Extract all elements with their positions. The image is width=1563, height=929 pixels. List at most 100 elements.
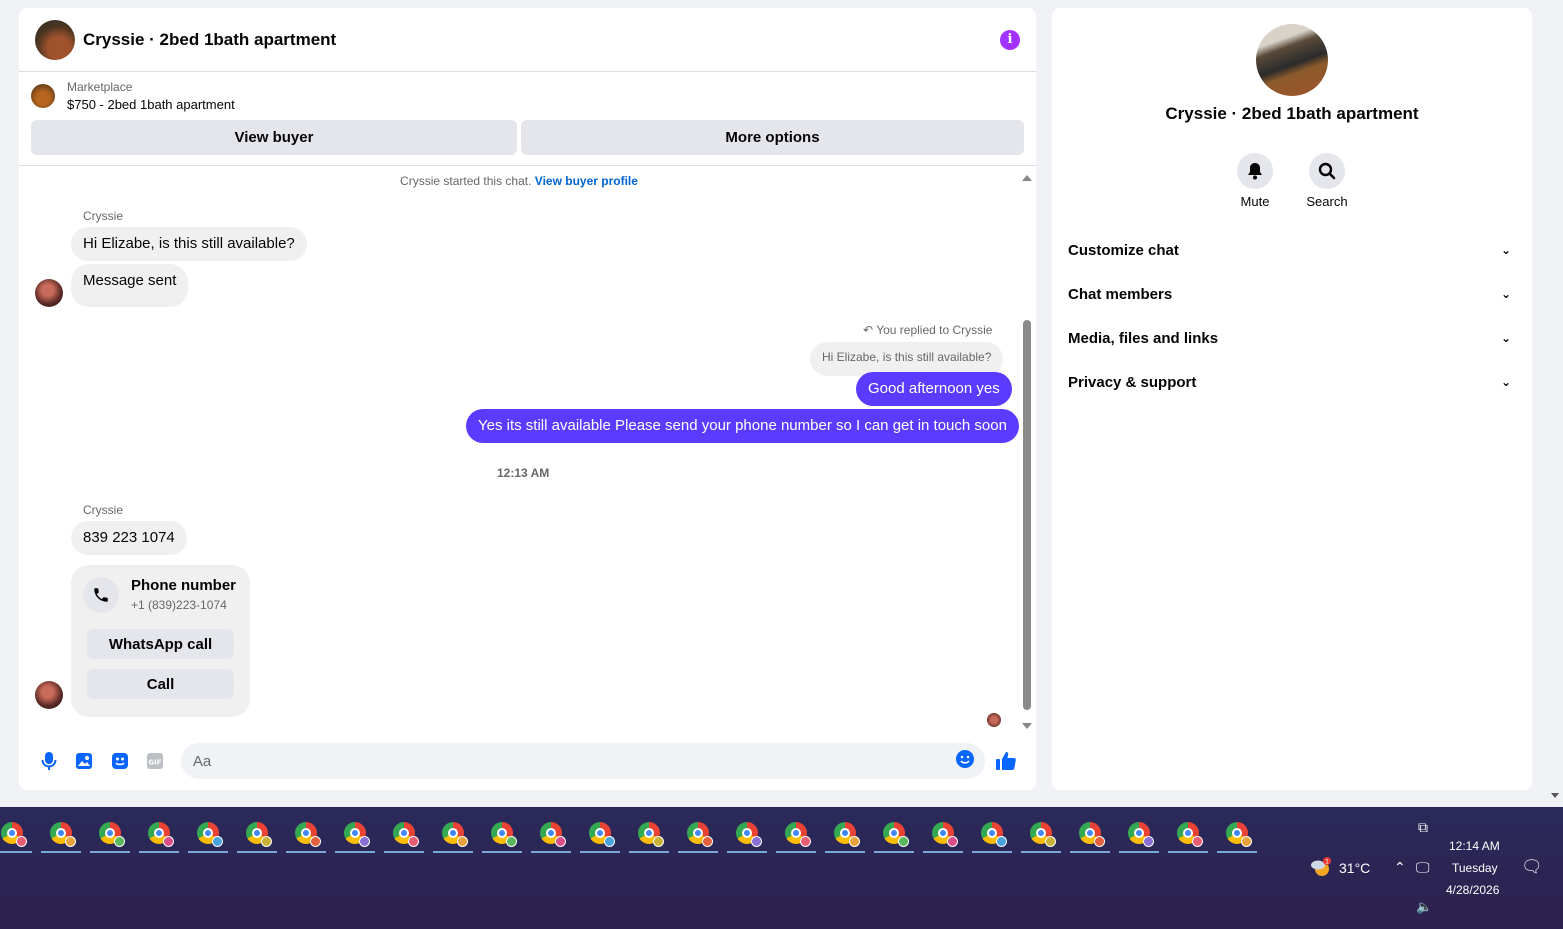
taskbar-chrome-app[interactable]	[186, 813, 230, 853]
profile-badge-icon	[16, 836, 27, 847]
incoming-message[interactable]: 839 223 1074	[71, 521, 187, 555]
page-scroll-down-icon[interactable]	[1551, 793, 1559, 798]
listing-thumbnail	[31, 84, 55, 108]
taskbar-chrome-app[interactable]	[382, 813, 426, 853]
chevron-up-icon[interactable]: ⌃	[1394, 859, 1406, 876]
volume-icon[interactable]: 🔈	[1416, 899, 1432, 915]
outgoing-message[interactable]: Good afternoon yes	[856, 372, 1012, 406]
taskbar-chrome-app[interactable]	[970, 813, 1014, 853]
message-scrollbar[interactable]	[1021, 170, 1033, 734]
taskbar-chrome-app[interactable]	[137, 813, 181, 853]
profile-badge-icon	[261, 836, 272, 847]
meet-now-icon[interactable]: ⧉	[1418, 819, 1428, 836]
sender-name: Cryssie	[83, 209, 124, 223]
clock-time[interactable]: 12:14 AM	[1449, 839, 1500, 853]
network-icon[interactable]: 🖵	[1416, 859, 1430, 876]
message-input-wrapper	[180, 743, 985, 779]
chrome-icon	[834, 822, 860, 847]
photo-icon[interactable]	[66, 743, 101, 779]
chrome-icon	[1, 822, 27, 847]
conversation-avatar[interactable]	[1256, 24, 1328, 96]
taskbar-chrome-app[interactable]	[235, 813, 279, 853]
taskbar-chrome-app[interactable]	[333, 813, 377, 853]
view-buyer-profile-link[interactable]: View buyer profile	[535, 174, 638, 188]
temperature[interactable]: 31°C	[1339, 860, 1370, 876]
thumbs-up-icon[interactable]	[989, 743, 1024, 779]
chat-members-section[interactable]: Chat members ⌄	[1068, 272, 1516, 316]
taskbar-chrome-app[interactable]	[0, 813, 34, 853]
notification-icon[interactable]: 🗨	[1521, 857, 1543, 877]
scroll-down-arrow-icon[interactable]	[1022, 723, 1032, 729]
clock-day[interactable]: Tuesday	[1452, 861, 1498, 875]
taskbar-chrome-app[interactable]	[480, 813, 524, 853]
taskbar-chrome-app[interactable]	[823, 813, 867, 853]
scrollbar-thumb[interactable]	[1023, 320, 1031, 710]
sticker-icon[interactable]	[102, 743, 137, 779]
sender-avatar[interactable]	[35, 279, 63, 307]
running-indicator	[482, 851, 522, 853]
taskbar-chrome-app[interactable]	[39, 813, 83, 853]
privacy-support-section[interactable]: Privacy & support ⌄	[1068, 360, 1516, 404]
taskbar-chrome-app[interactable]	[529, 813, 573, 853]
message-input[interactable]	[192, 752, 955, 770]
outgoing-message[interactable]: Yes its still available Please send your…	[466, 409, 1019, 443]
taskbar-chrome-app[interactable]	[88, 813, 132, 853]
whatsapp-call-button[interactable]: WhatsApp call	[87, 629, 234, 659]
profile-badge-icon	[310, 836, 321, 847]
customize-chat-section[interactable]: Customize chat ⌄	[1068, 228, 1516, 272]
emoji-icon[interactable]	[955, 749, 975, 774]
taskbar-chrome-app[interactable]	[627, 813, 671, 853]
running-indicator	[286, 851, 326, 853]
microphone-icon[interactable]	[31, 743, 66, 779]
sender-avatar[interactable]	[35, 681, 63, 709]
taskbar-chrome-app[interactable]	[284, 813, 328, 853]
quoted-message[interactable]: Hi Elizabe, is this still available?	[810, 342, 1004, 376]
message-list: Cryssie started this chat. View buyer pr…	[19, 170, 1019, 734]
profile-badge-icon	[1094, 836, 1105, 847]
chrome-icon	[736, 822, 762, 847]
call-button[interactable]: Call	[87, 669, 234, 699]
running-indicator	[335, 851, 375, 853]
weather-icon[interactable]: 1	[1310, 857, 1332, 877]
taskbar-chrome-app[interactable]	[921, 813, 965, 853]
taskbar-chrome-app[interactable]	[578, 813, 622, 853]
running-indicator	[1217, 851, 1257, 853]
taskbar-chrome-app[interactable]	[725, 813, 769, 853]
reply-note: ↶ You replied to Cryssie	[863, 323, 992, 337]
search-icon[interactable]	[1309, 153, 1345, 189]
marketplace-buttons: View buyer More options	[19, 112, 1036, 165]
chrome-icon	[932, 822, 958, 847]
taskbar-chrome-app[interactable]	[676, 813, 720, 853]
incoming-message[interactable]: Message sent	[71, 264, 189, 307]
marketplace-listing[interactable]: Marketplace $750 - 2bed 1bath apartment	[19, 72, 1036, 112]
profile-badge-icon	[359, 836, 370, 847]
running-indicator	[237, 851, 277, 853]
section-label: Chat members	[1068, 285, 1173, 303]
chrome-icon	[540, 822, 566, 847]
search-action[interactable]: Search	[1297, 153, 1357, 209]
taskbar-chrome-app[interactable]	[1215, 813, 1259, 853]
taskbar-chrome-app[interactable]	[774, 813, 818, 853]
taskbar-chrome-app[interactable]	[872, 813, 916, 853]
profile-badge-icon	[555, 836, 566, 847]
chrome-icon	[393, 822, 419, 847]
media-files-links-section[interactable]: Media, files and links ⌄	[1068, 316, 1516, 360]
taskbar-chrome-app[interactable]	[1166, 813, 1210, 853]
chat-avatar[interactable]	[35, 19, 75, 60]
mute-action[interactable]: Mute	[1225, 153, 1285, 209]
taskbar-chrome-app[interactable]	[1117, 813, 1161, 853]
gif-icon[interactable]: GIF	[137, 743, 172, 779]
clock-date[interactable]: 4/28/2026	[1446, 883, 1499, 897]
incoming-message[interactable]: Hi Elizabe, is this still available?	[71, 227, 307, 261]
taskbar-chrome-app[interactable]	[1068, 813, 1112, 853]
more-options-button[interactable]: More options	[521, 120, 1024, 155]
bell-icon[interactable]	[1237, 153, 1273, 189]
chevron-down-icon: ⌄	[1500, 331, 1512, 345]
taskbar-chrome-app[interactable]	[431, 813, 475, 853]
taskbar-chrome-app[interactable]	[1019, 813, 1063, 853]
scroll-up-arrow-icon[interactable]	[1022, 175, 1032, 181]
info-icon[interactable]: i	[1000, 29, 1020, 50]
running-indicator	[727, 851, 767, 853]
view-buyer-button[interactable]: View buyer	[31, 120, 517, 155]
chat-title[interactable]: Cryssie · 2bed 1bath apartment	[83, 30, 1000, 50]
